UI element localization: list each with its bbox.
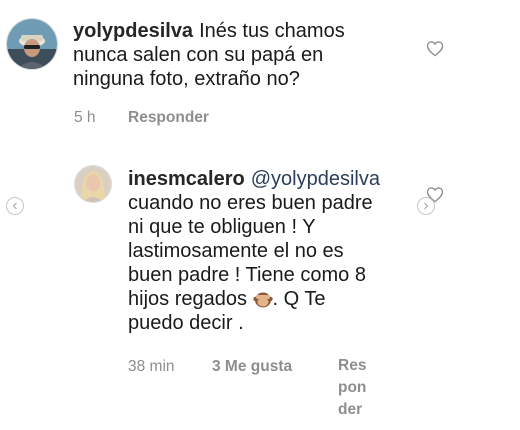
reply-body-line: buen padre ! Tiene como 8 — [128, 264, 366, 286]
reply-button-part: der — [338, 401, 363, 418]
reply-body-line: lastimosamente el no es — [128, 240, 344, 262]
avatar[interactable] — [74, 165, 112, 203]
reply-meta: 38 min 3 Me gusta — [128, 358, 338, 376]
avatar[interactable] — [6, 18, 58, 70]
comment-item: yolypdesilva Inés tus chamos nunca salen … — [0, 0, 520, 140]
reply-body-line: puedo decir . — [128, 312, 244, 334]
reply-body-line: hijos regados — [128, 288, 247, 310]
heart-icon[interactable] — [426, 40, 444, 57]
see-no-evil-monkey-emoji — [252, 290, 273, 308]
reply-button-part: Res — [338, 357, 367, 374]
chevron-right-icon[interactable] — [417, 197, 435, 215]
reply-text: inesmcalero @yolypdesilva cuando no eres … — [128, 167, 418, 335]
reply-time: 38 min — [128, 358, 175, 375]
chevron-left-icon[interactable] — [6, 197, 24, 215]
mention-link[interactable]: @yolypdesilva — [251, 168, 380, 190]
reply-body-line: . Q Te — [272, 288, 326, 310]
comment-time: 5 h — [74, 109, 96, 126]
avatar-photo — [7, 19, 57, 69]
comment-text: yolypdesilva Inés tus chamos nunca salen … — [73, 19, 413, 91]
likes-count[interactable]: 3 Me gusta — [212, 358, 338, 376]
reply-item: inesmcalero @yolypdesilva cuando no eres … — [0, 150, 520, 430]
reply-username[interactable]: inesmcalero — [128, 168, 245, 190]
avatar-photo — [75, 166, 111, 202]
comment-username[interactable]: yolypdesilva — [73, 20, 193, 42]
comment-body-line: nunca salen con su papá en — [73, 44, 324, 66]
reply-body-line: ni que te obliguen ! Y — [128, 216, 316, 238]
comment-body-line: ninguna foto, extraño no? — [73, 68, 300, 90]
reply-body-line: cuando no eres buen padre — [128, 192, 373, 214]
reply-button-part: pon — [338, 379, 367, 396]
comment-body-line: Inés tus chamos — [199, 20, 345, 42]
reply-button[interactable]: Res pon der — [338, 355, 366, 421]
comment-meta: 5 h Responder — [74, 109, 209, 127]
reply-button[interactable]: Responder — [128, 109, 209, 127]
